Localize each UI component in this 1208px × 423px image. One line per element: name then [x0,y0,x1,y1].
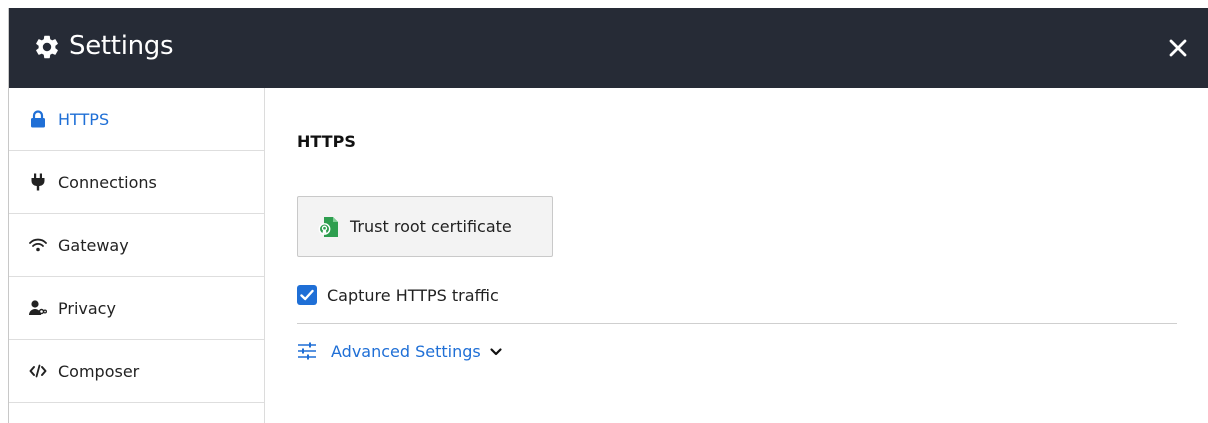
sidebar-item-privacy[interactable]: Privacy [9,277,264,340]
sliders-icon [297,342,317,360]
sidebar-item-label: HTTPS [58,109,110,129]
plug-icon [29,173,47,191]
sidebar-item-label: Connections [58,172,157,192]
sidebar-item-https[interactable]: HTTPS [9,88,264,151]
user-mask-icon [29,299,47,317]
lock-icon [29,110,47,128]
code-icon [29,362,47,380]
wifi-icon [29,236,47,254]
sidebar-item-label: Composer [58,361,140,381]
sidebar-item-composer[interactable]: Composer [9,340,264,403]
chevron-down-icon [489,344,503,358]
close-icon[interactable] [1164,34,1192,62]
certificate-icon [318,216,340,238]
settings-dialog: Settings HTTPS Connections Gateway Priva… [8,8,1208,423]
sidebar-item-label: Gateway [58,235,129,255]
advanced-settings-label: Advanced Settings [331,341,481,361]
sidebar-item-gateway[interactable]: Gateway [9,214,264,277]
advanced-settings-toggle[interactable]: Advanced Settings [297,339,503,363]
section-title: HTTPS [297,132,356,151]
settings-content: HTTPS Trust root certificate Capture HTT… [265,88,1208,423]
sidebar-item-connections[interactable]: Connections [9,151,264,214]
trust-button-label: Trust root certificate [350,217,512,236]
settings-sidebar: HTTPS Connections Gateway Privacy Compos… [9,88,265,423]
capture-https-checkbox[interactable] [297,285,317,305]
capture-https-label[interactable]: Capture HTTPS traffic [327,286,499,305]
sidebar-item-label: Privacy [58,298,116,318]
window-title: Settings [69,31,174,61]
trust-root-certificate-button[interactable]: Trust root certificate [297,196,553,257]
title-bar: Settings [9,8,1208,88]
gear-icon [33,33,61,61]
capture-https-row: Capture HTTPS traffic [297,284,499,306]
divider [297,323,1177,324]
